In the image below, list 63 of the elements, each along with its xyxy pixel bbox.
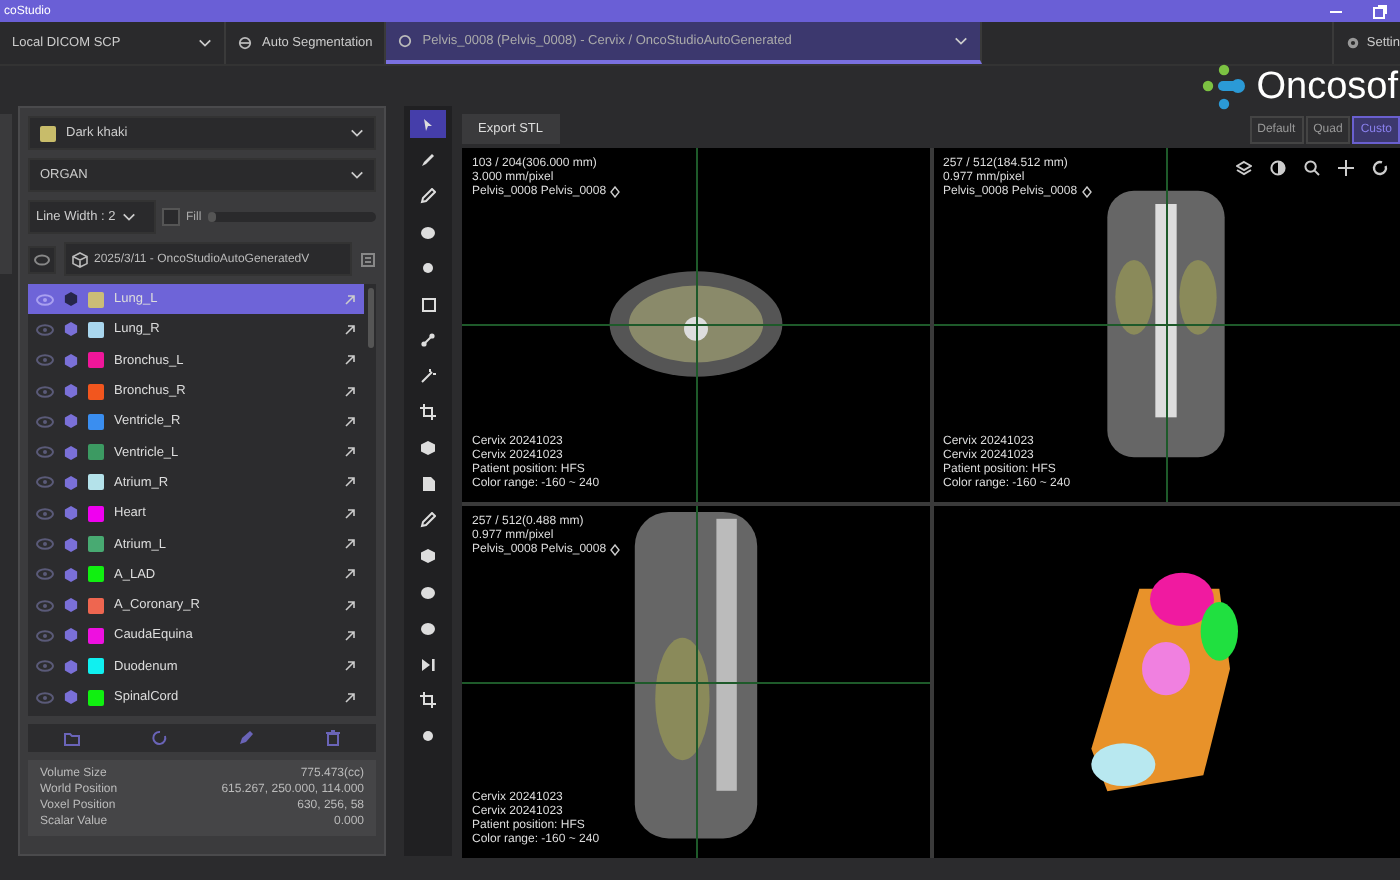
pen-icon	[420, 188, 436, 204]
opacity-slider[interactable]	[207, 212, 376, 222]
move-icon[interactable]	[1338, 160, 1354, 176]
nodes-icon	[420, 332, 436, 348]
dot-icon	[422, 730, 434, 742]
diamond-icon	[610, 543, 621, 555]
tool-button[interactable]	[410, 110, 446, 138]
diamond-icon	[1081, 186, 1092, 198]
zoom-icon[interactable]	[1304, 160, 1320, 176]
logo-icon	[1202, 64, 1251, 112]
contrast-icon[interactable]	[1270, 160, 1286, 176]
chevron-down-icon	[954, 36, 969, 46]
rotate-icon[interactable]	[1372, 160, 1388, 176]
hexagon-icon[interactable]	[64, 690, 78, 704]
cube-icon	[420, 548, 436, 564]
square-icon	[421, 297, 435, 311]
chevron-down-icon	[350, 128, 364, 138]
dot-icon	[422, 262, 434, 274]
wand-icon	[420, 368, 436, 384]
settings-icon	[1346, 36, 1361, 50]
arrow-icon[interactable]	[344, 323, 356, 336]
arrow-icon[interactable]	[344, 476, 356, 489]
arrow-icon[interactable]	[344, 660, 356, 673]
chevron-down-icon	[350, 170, 364, 180]
blob-icon	[420, 225, 436, 239]
trash-icon[interactable]	[326, 730, 341, 746]
viewport[interactable]	[933, 505, 1400, 858]
eye-icon	[34, 253, 50, 265]
arrow-icon[interactable]	[344, 385, 356, 398]
folder-icon[interactable]	[63, 731, 80, 745]
crop-icon	[420, 692, 436, 708]
pen-icon	[420, 512, 436, 528]
arrow-icon[interactable]	[344, 599, 356, 612]
maximize-icon[interactable]	[1372, 3, 1388, 19]
diamond-icon	[610, 186, 621, 198]
chevron-down-icon	[198, 38, 212, 48]
arrow-icon[interactable]	[344, 568, 356, 581]
arrow-icon[interactable]	[344, 538, 356, 551]
hexagon-icon[interactable]	[64, 353, 78, 368]
arrow-icon[interactable]	[344, 446, 356, 459]
skip-icon	[420, 657, 436, 671]
arrow-icon[interactable]	[344, 415, 356, 428]
pen-icon[interactable]	[238, 730, 255, 746]
arrow-icon[interactable]	[344, 629, 356, 642]
blob-icon	[420, 585, 436, 599]
arrow-icon[interactable]	[344, 691, 356, 703]
hexagon-icon[interactable]	[64, 506, 78, 521]
cube-icon	[420, 440, 436, 456]
logo-text: Oncosof	[1256, 66, 1398, 110]
fill-checkbox[interactable]	[162, 208, 180, 226]
arrow-icon[interactable]	[344, 507, 356, 520]
visibility-button[interactable]	[28, 245, 56, 273]
blob-icon	[420, 621, 436, 635]
page-icon	[421, 476, 435, 492]
list-icon[interactable]	[360, 251, 376, 267]
layers-icon[interactable]	[1236, 160, 1252, 176]
chevron-down-icon	[121, 212, 136, 222]
cube-icon	[72, 251, 88, 267]
arrow-icon[interactable]	[344, 354, 356, 367]
hexagon-icon[interactable]	[64, 659, 78, 674]
crop-icon	[420, 404, 436, 420]
pointer-icon	[422, 117, 434, 131]
brush-icon	[420, 152, 436, 168]
